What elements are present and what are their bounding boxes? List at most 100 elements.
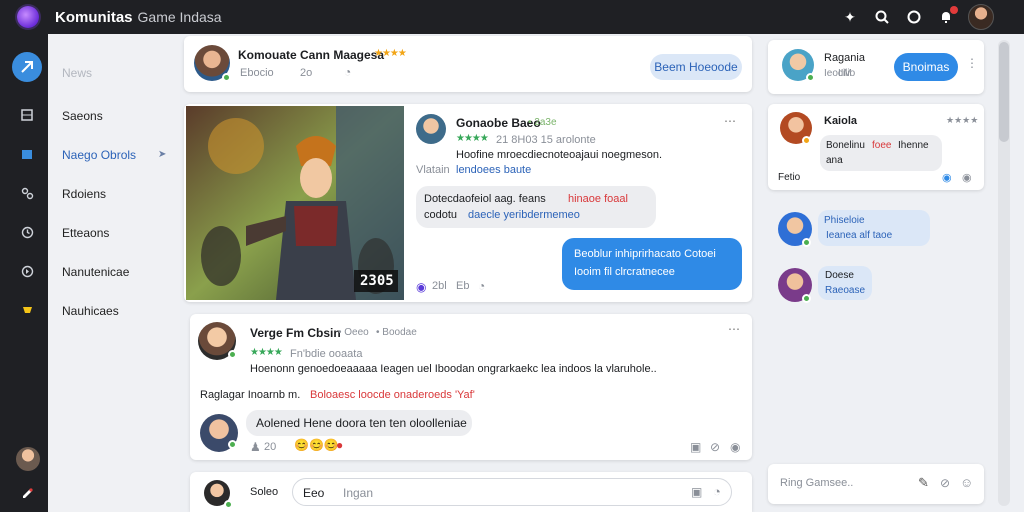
people-icon[interactable] [12,178,42,208]
post-text: Hoofine mroecdiecnoteoajaui noegmeson. [456,149,663,161]
nav-item-naego-obrols[interactable]: Naego Obrols [62,148,136,162]
compose-input[interactable]: Eeo Ingan ▣ ◔ [292,478,732,506]
post-author-tag-2: • Boodae [376,327,417,338]
nav-item-nauhicaes[interactable]: Nauhicaes [62,304,119,318]
post-stars: ★★★★ [456,133,489,144]
chat-bubble-2: Phiseloie Ieanea alf taoe [818,210,930,246]
more-options-icon[interactable]: ⋮ [966,56,978,70]
post-label: Vlatain [416,164,450,176]
nav-item-nanutenicae[interactable]: Nanutenicae [62,265,129,279]
chat-footer: Fetio [778,172,801,183]
right-action-button[interactable]: Bnoimas [894,53,958,81]
nav-item-etteaons[interactable]: Etteaons [62,226,109,240]
right-chat-card: Kaiola ★★★★ Bonelinu foee Ihenne ana Fet… [768,104,984,190]
profile-action-button[interactable]: Beem Hoeoode [650,54,742,80]
right-name: Ragania [824,52,865,64]
reply-highlight[interactable]: Boloaesc loocde onaderoeds 'Yaf' [310,389,475,401]
edit-icon[interactable]: ✎ [918,475,929,491]
image-icon[interactable]: ▣ [691,485,702,499]
emoji-icon[interactable]: ☺ [960,475,973,490]
chat-stars: ★★★★ [946,115,979,125]
home-icon[interactable] [12,52,42,82]
calendar-icon[interactable] [12,139,42,169]
online-indicator [806,73,815,82]
reply-bubble: Beoblur inhiprirhacato Cotoei Iooim fil … [562,238,742,290]
scrollbar-thumb[interactable] [999,42,1009,142]
trophy-icon[interactable] [12,295,42,325]
attach-icon[interactable]: ⊘ [940,476,950,490]
chat-bubble-3: Doese Raeoase [818,266,872,300]
post-link[interactable]: lendoees baute [456,164,531,176]
nav-item-rdoiens[interactable]: Rdoiens [62,187,106,201]
profile-name: Komouate Cann Maagesa [238,48,385,62]
emoji-reactions-icon[interactable]: 😊😊😊 [294,438,339,452]
reaction-count: 2bl [432,280,447,292]
post-card-1: 2305 Gonaobe Baeo • 2a3e ⋯ ★★★★ 21 8H03 … [184,104,752,302]
icon-rail [0,34,48,512]
top-bar: Komunitas Game Indasa ✦ [0,0,1024,34]
options-icon[interactable]: ◉ [730,440,740,454]
author-avatar[interactable] [416,114,446,144]
right-compose-placeholder: Ring Gamsee.. [780,477,854,489]
post-author-tag: • 2a3e [528,117,557,128]
star-icon[interactable]: ✦ [840,7,860,27]
like-icon[interactable]: ◉ [416,280,426,294]
notification-icon[interactable] [936,6,958,27]
post-author[interactable]: Verge Fm Cbsin [250,326,341,340]
side-nav: News Saeons Naego Obrols ➤ Rdoiens Ettea… [48,34,180,512]
post-meta: Fn'bdie ooaata [290,348,363,360]
image-icon[interactable]: ▣ [690,440,701,454]
post-author-tag: • Oeeo [338,327,369,338]
profile-stars: ★★★★ [374,48,407,59]
online-indicator [224,500,233,509]
game-artwork[interactable] [186,106,404,300]
share-icon[interactable]: ◔ [478,279,485,293]
chat-name: Kaiola [824,115,858,127]
profile-card: Komouate Cann Maagesa ★★★★ Ebocio 2o ◔ B… [184,36,752,92]
clock-icon[interactable] [12,217,42,247]
heart-icon[interactable]: ● [336,438,343,452]
history-icon[interactable] [12,256,42,286]
nav-item-saeons[interactable]: Saeons [62,109,103,123]
right-meta: IIM [838,68,852,79]
user-avatar[interactable] [968,4,994,30]
online-indicator [228,350,237,359]
right-compose[interactable]: Ring Gamsee.. ✎ ⊘ ☺ [768,464,984,504]
compose-prefix: Eeo [303,486,325,500]
chat-icon[interactable] [904,7,924,27]
chat-bubble: Bonelinu foee Ihenne ana [820,135,942,171]
search-icon[interactable] [872,7,892,27]
online-indicator [228,440,237,449]
options-icon[interactable]: ◉ [962,171,972,184]
online-indicator [802,238,811,247]
status-indicator [802,136,811,145]
reply-icon[interactable]: ◉ [942,171,952,184]
edit-icon[interactable] [12,478,42,508]
profile-meta-count: 2o [300,67,313,79]
attach-icon[interactable]: ⊘ [710,440,720,454]
thumbs-icon[interactable]: ♟ [250,440,261,454]
reply-prefix: Raglagar Inoarnb m. [200,389,301,401]
post-meta: 21 8H03 15 arolonte [496,134,596,146]
notification-badge [950,6,958,14]
comment-bubble: Aolened Hene doora ten ten oloolleniae [246,410,472,436]
profile-avatar[interactable] [16,447,40,471]
reaction-count-2: Eb [456,280,470,292]
comment-count: 20 [264,441,277,453]
post-card-2: Verge Fm Cbsin • Oeeo • Boodae ⋯ ★★★★ Fn… [190,314,752,460]
clock-icon: ◔ [344,65,352,79]
nav-item-news[interactable]: News [62,66,92,80]
compose-bar: Soleo Eeo Ingan ▣ ◔ [190,472,752,512]
more-options-icon[interactable]: ⋯ [724,114,736,128]
app-logo[interactable] [17,6,39,28]
post-stars: ★★★★ [250,347,283,358]
app-subtitle: Game Indasa [137,9,222,25]
grid-icon[interactable] [12,100,42,130]
online-indicator [802,294,811,303]
scrollbar[interactable] [998,40,1010,506]
emoji-icon[interactable]: ◔ [713,484,721,499]
more-options-icon[interactable]: ⋯ [728,322,740,336]
artwork-score: 2305 [360,273,394,289]
app-title: Komunitas [55,8,133,26]
compose-placeholder: Ingan [343,486,374,500]
